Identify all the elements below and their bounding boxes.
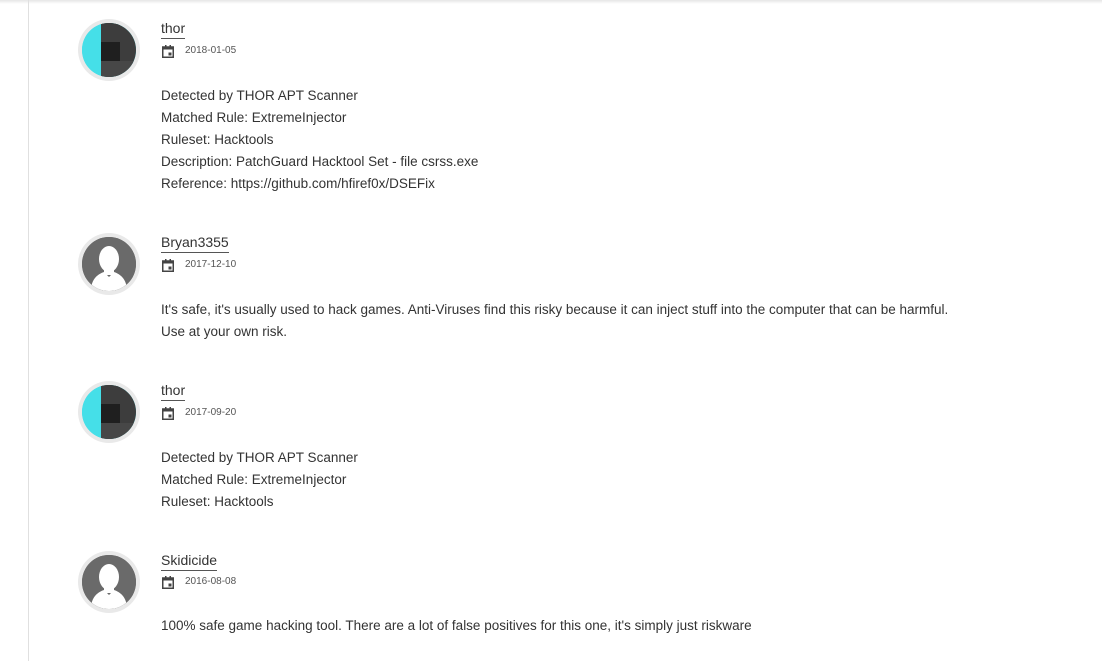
author-link[interactable]: Bryan3355: [161, 233, 229, 253]
comment-line: 100% safe game hacking tool. There are a…: [161, 618, 752, 633]
avatar[interactable]: [78, 551, 140, 613]
comment-date: 2017-09-20: [185, 407, 237, 418]
comment-line: Ruleset: Hacktools: [161, 494, 274, 509]
comment-date: 2018-01-05: [185, 45, 237, 56]
comment-line: Description: PatchGuard Hacktool Set - f…: [161, 154, 479, 169]
avatar[interactable]: [78, 19, 140, 81]
author-link[interactable]: thor: [161, 381, 186, 401]
comment-body: Detected by THOR APT Scanner Matched Rul…: [161, 447, 1041, 513]
avatar[interactable]: [78, 381, 140, 443]
avatar[interactable]: [78, 233, 140, 295]
comment-line: Detected by THOR APT Scanner: [161, 450, 358, 465]
calendar-icon: [162, 258, 174, 272]
thor-logo-avatar-icon: [82, 23, 136, 77]
comment-line: Detected by THOR APT Scanner: [161, 88, 358, 103]
comment-line: Matched Rule: ExtremeInjector: [161, 472, 347, 487]
calendar-icon: [162, 406, 174, 420]
date-row: 2017-09-20: [162, 406, 236, 420]
comment-line: Ruleset: Hacktools: [161, 132, 274, 147]
comment-body: 100% safe game hacking tool. There are a…: [161, 615, 1041, 637]
comment-date: 2017-12-10: [185, 259, 237, 270]
comment-line: It's safe, it's usually used to hack gam…: [161, 302, 949, 317]
date-row: 2018-01-05: [162, 44, 236, 58]
user-silhouette-icon: [82, 555, 136, 609]
date-row: 2016-08-08: [162, 575, 236, 589]
comment-body: It's safe, it's usually used to hack gam…: [161, 299, 1041, 343]
author-link[interactable]: Skidicide: [161, 551, 218, 571]
user-silhouette-icon: [82, 237, 136, 291]
left-border: [28, 0, 29, 661]
author-link[interactable]: thor: [161, 19, 186, 39]
comments-page: thor 2018-01-05 Detected by THOR APT Sca…: [0, 0, 1102, 661]
comment-line: Matched Rule: ExtremeInjector: [161, 110, 347, 125]
comment-line: Reference: https://github.com/hfiref0x/D…: [161, 176, 435, 191]
thor-logo-avatar-icon: [82, 385, 136, 439]
top-divider: [0, 0, 1102, 4]
comment-date: 2016-08-08: [185, 576, 237, 587]
comment-body: Detected by THOR APT Scanner Matched Rul…: [161, 85, 1041, 195]
comment-line: Use at your own risk.: [161, 324, 288, 339]
calendar-icon: [162, 44, 174, 58]
date-row: 2017-12-10: [162, 258, 236, 272]
calendar-icon: [162, 575, 174, 589]
